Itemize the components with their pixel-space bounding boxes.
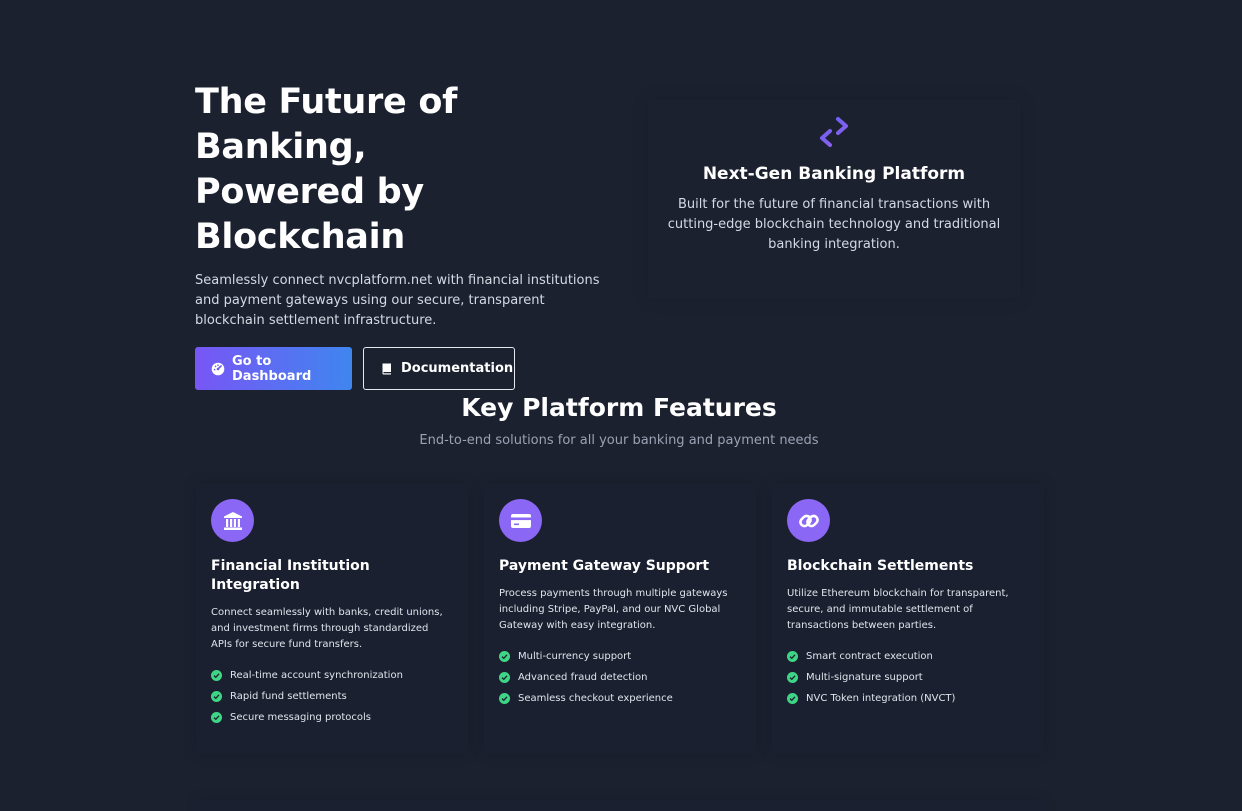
check-icon xyxy=(787,693,798,704)
dashboard-gauge-icon xyxy=(211,362,225,376)
check-icon xyxy=(211,712,222,723)
documentation-label: Documentation xyxy=(401,361,514,376)
credit-card-icon xyxy=(499,499,542,542)
list-item: Multi-signature support xyxy=(787,667,1029,688)
next-gen-description: Built for the future of financial transa… xyxy=(667,197,1001,252)
list-item: Rapid fund settlements xyxy=(211,686,453,707)
feature-list: Smart contract execution Multi-signature… xyxy=(787,646,1029,709)
features-grid: Financial Institution Integration Connec… xyxy=(196,484,1044,754)
bank-icon xyxy=(211,499,254,542)
check-icon xyxy=(787,672,798,683)
list-item: Seamless checkout experience xyxy=(499,688,741,709)
list-item: Multi-currency support xyxy=(499,646,741,667)
list-item: Advanced fraud detection xyxy=(499,667,741,688)
feature-item-label: Rapid fund settlements xyxy=(230,691,347,702)
feature-card-title: Blockchain Settlements xyxy=(787,558,974,574)
feature-item-label: Smart contract execution xyxy=(806,651,933,662)
hero-description: Seamlessly connect nvcplatform.net with … xyxy=(195,273,600,328)
list-item: NVC Token integration (NVCT) xyxy=(787,688,1029,709)
documentation-button[interactable]: Documentation xyxy=(363,347,515,390)
check-icon xyxy=(211,691,222,702)
landing-page: The Future of Banking, Powered by Blockc… xyxy=(0,0,1242,811)
feature-card-description: Connect seamlessly with banks, credit un… xyxy=(211,607,443,650)
feature-card-blockchain-settlements: Blockchain Settlements Utilize Ethereum … xyxy=(772,484,1044,754)
features-title: Key Platform Features xyxy=(461,393,777,422)
feature-item-label: Multi-currency support xyxy=(518,651,632,662)
feature-item-label: NVC Token integration (NVCT) xyxy=(806,693,956,704)
chain-link-icon xyxy=(787,499,830,542)
feature-card-title: Financial Institution Integration xyxy=(211,558,370,593)
feature-list: Real-time account synchronization Rapid … xyxy=(211,665,453,728)
feature-card-title: Payment Gateway Support xyxy=(499,558,710,574)
check-icon xyxy=(787,651,798,662)
list-item: Secure messaging protocols xyxy=(211,707,453,728)
list-item: Real-time account synchronization xyxy=(211,665,453,686)
check-icon xyxy=(499,672,510,683)
exchange-arrows-icon xyxy=(816,114,852,150)
hero-section: The Future of Banking, Powered by Blockc… xyxy=(195,80,625,390)
check-icon xyxy=(499,651,510,662)
go-to-dashboard-label: Go to Dashboard xyxy=(232,353,312,384)
hero-title-line1: The Future of Banking, xyxy=(195,82,458,167)
check-icon xyxy=(499,693,510,704)
feature-card-description: Utilize Ethereum blockchain for transpar… xyxy=(787,588,1009,631)
book-icon xyxy=(380,362,394,376)
feature-list: Multi-currency support Advanced fraud de… xyxy=(499,646,741,709)
features-subtitle: End-to-end solutions for all your bankin… xyxy=(419,433,819,448)
list-item: Smart contract execution xyxy=(787,646,1029,667)
next-gen-platform-card: Next-Gen Banking Platform Built for the … xyxy=(648,100,1020,298)
next-section-edge xyxy=(196,800,1046,811)
hero-title: The Future of Banking, Powered by Blockc… xyxy=(195,80,625,260)
feature-item-label: Secure messaging protocols xyxy=(230,712,371,723)
hero-title-line2: Powered by Blockchain xyxy=(195,172,424,257)
go-to-dashboard-button[interactable]: Go to Dashboard xyxy=(195,347,352,390)
hero-buttons: Go to Dashboard Documentation xyxy=(195,347,625,390)
check-icon xyxy=(211,670,222,681)
feature-item-label: Multi-signature support xyxy=(806,672,923,683)
feature-item-label: Real-time account synchronization xyxy=(230,670,403,681)
feature-item-label: Advanced fraud detection xyxy=(518,672,648,683)
next-gen-title: Next-Gen Banking Platform xyxy=(702,164,966,184)
feature-card-description: Process payments through multiple gatewa… xyxy=(499,588,728,631)
feature-card-financial-institution: Financial Institution Integration Connec… xyxy=(196,484,468,754)
feature-card-payment-gateway: Payment Gateway Support Process payments… xyxy=(484,484,756,754)
feature-item-label: Seamless checkout experience xyxy=(518,693,673,704)
